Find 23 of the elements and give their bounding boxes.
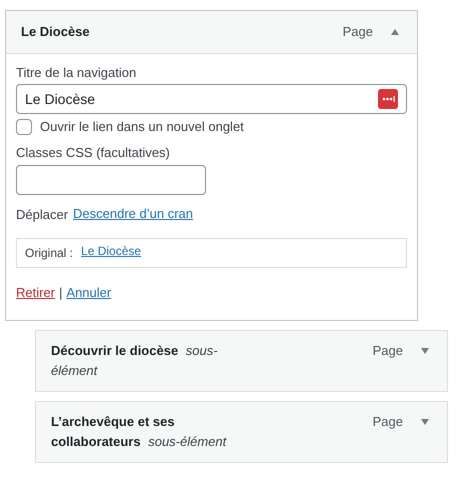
collapse-arrow-icon[interactable]	[391, 29, 399, 35]
menu-item-title: Découvrir le diocèse sous-élément	[51, 342, 219, 380]
move-label: Déplacer	[16, 206, 68, 224]
item-type: Page	[342, 23, 373, 41]
field-label: Classes CSS (facultatives)	[16, 144, 171, 162]
item-type: Page	[372, 342, 403, 360]
checkbox-label: Ouvrir le lien dans un nouvel onglet	[40, 118, 244, 136]
menu-item-title: Le Diocèse	[21, 23, 90, 41]
original-link[interactable]: Le Diocèse	[81, 244, 142, 262]
expand-arrow-icon[interactable]	[421, 419, 429, 425]
item-type: Page	[372, 413, 403, 431]
css-classes-field[interactable]	[16, 165, 206, 195]
dots-icon[interactable]	[378, 89, 398, 109]
menu-item-title: L’archevêque et ses collaborateurs sous-élément	[51, 413, 228, 451]
navigation-title-field[interactable]: Le Diocèse	[16, 84, 407, 114]
cancel-link[interactable]: Annuler	[66, 285, 112, 300]
checkbox[interactable]	[16, 119, 32, 135]
expand-arrow-icon[interactable]	[421, 348, 429, 354]
original-label: Original :	[25, 245, 74, 262]
separator: |	[59, 285, 62, 300]
remove-link[interactable]: Retirer	[16, 285, 56, 300]
field-label: Titre de la navigation	[16, 64, 138, 82]
move-down-link[interactable]: Descendre d’un cran	[73, 206, 193, 224]
